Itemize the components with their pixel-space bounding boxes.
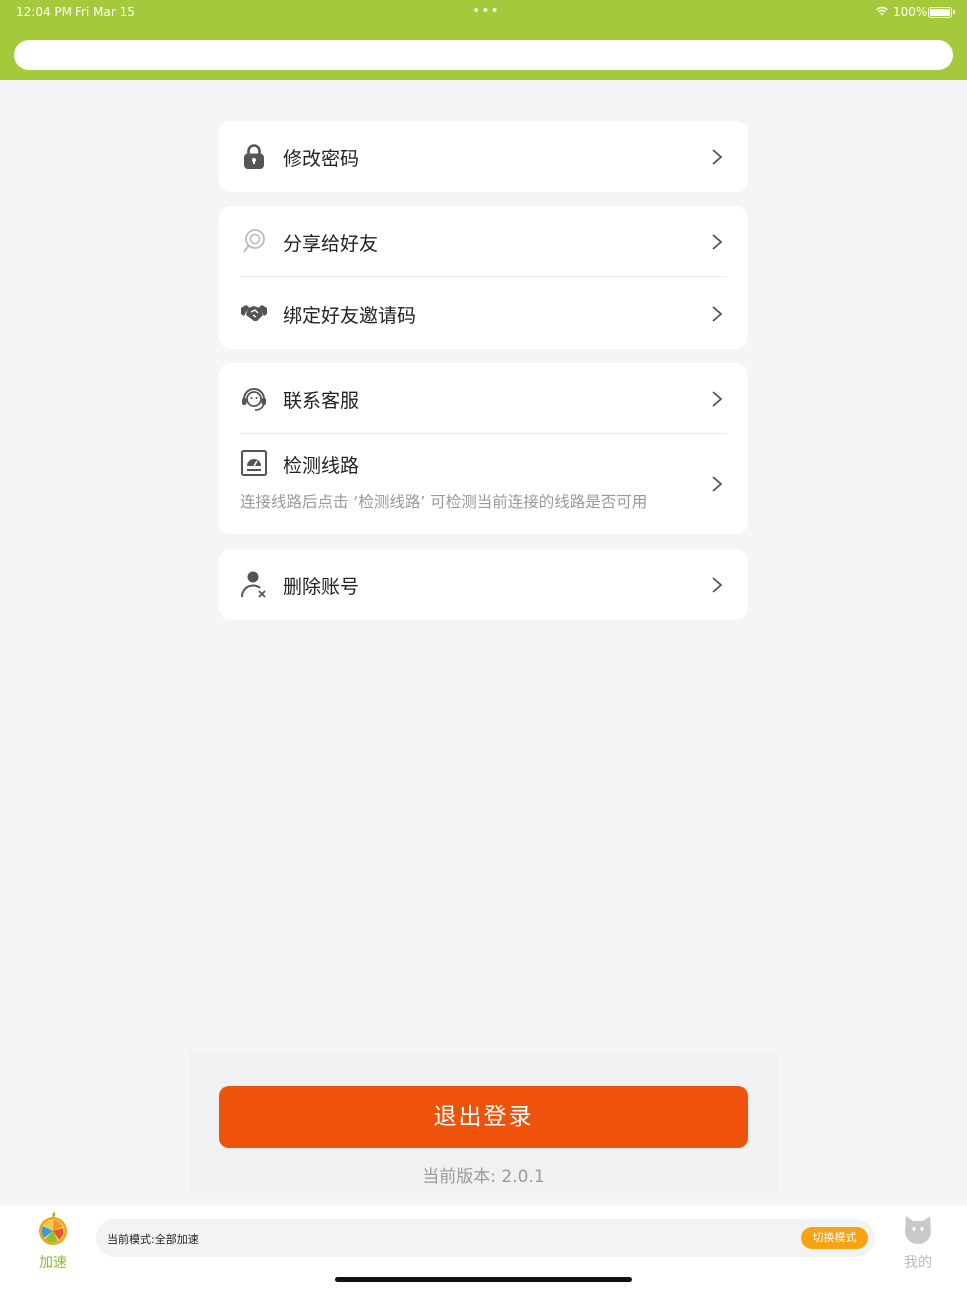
wifi-icon bbox=[876, 6, 888, 16]
menu-item-label: 绑定好友邀请码 bbox=[283, 305, 417, 327]
card-account: 修改密码 bbox=[219, 121, 748, 192]
headset-icon bbox=[242, 388, 266, 411]
menu-item-check-route[interactable]: 检测线路 连接线路后点击 ‘检测线路’ 可检测当前连接的线路是否可用 bbox=[219, 435, 748, 534]
status-bar: 12:04 PM Fri Mar 15 ••• 100% bbox=[0, 0, 967, 24]
tab-label: 我的 bbox=[904, 1255, 932, 1271]
menu-item-share-friends[interactable]: 分享给好友 bbox=[219, 206, 748, 277]
speedometer-icon bbox=[241, 450, 267, 476]
battery-percent: 100% bbox=[893, 5, 928, 19]
chevron-right-icon bbox=[712, 476, 723, 492]
divider bbox=[240, 433, 727, 434]
status-date: Fri Mar 15 bbox=[75, 5, 135, 19]
mode-bar: 当前模式:全部加速 切换模式 bbox=[96, 1219, 875, 1257]
menu-item-bind-invite[interactable]: 绑定好友邀请码 bbox=[219, 278, 748, 349]
share-icon bbox=[243, 229, 265, 253]
chevron-right-icon bbox=[712, 577, 723, 593]
tab-accelerate[interactable]: 加速 bbox=[23, 1210, 83, 1272]
card-danger: 删除账号 bbox=[219, 549, 748, 620]
menu-item-label: 修改密码 bbox=[283, 148, 360, 170]
handshake-icon bbox=[241, 305, 267, 321]
card-service: 联系客服 检测线路 连接线路后点击 ‘检测线路’ 可检测当前连接的线路是否可用 bbox=[219, 363, 748, 534]
menu-item-label: 联系客服 bbox=[283, 390, 360, 412]
orange-slice-icon bbox=[39, 1212, 67, 1245]
menu-item-delete-account[interactable]: 删除账号 bbox=[219, 549, 748, 620]
menu-item-contact-support[interactable]: 联系客服 bbox=[219, 363, 748, 434]
chevron-right-icon bbox=[712, 234, 723, 250]
app-header: 12:04 PM Fri Mar 15 ••• 100% bbox=[0, 0, 967, 80]
current-mode-text: 当前模式:全部加速 bbox=[107, 1233, 199, 1246]
app-version: 当前版本: 2.0.1 bbox=[422, 1167, 545, 1187]
battery-icon bbox=[928, 7, 955, 18]
switch-mode-button[interactable]: 切换模式 bbox=[801, 1227, 868, 1249]
menu-item-change-password[interactable]: 修改密码 bbox=[219, 121, 748, 192]
menu-item-label: 删除账号 bbox=[283, 576, 360, 598]
divider bbox=[240, 276, 727, 277]
tab-label: 加速 bbox=[39, 1255, 67, 1271]
chevron-right-icon bbox=[712, 149, 723, 165]
user-delete-icon bbox=[240, 571, 266, 598]
chevron-right-icon bbox=[712, 391, 723, 407]
cat-face-icon bbox=[905, 1216, 931, 1244]
tab-mine[interactable]: 我的 bbox=[888, 1210, 948, 1272]
chevron-right-icon bbox=[712, 306, 723, 322]
status-time: 12:04 PM bbox=[16, 5, 72, 19]
top-input-bar[interactable] bbox=[14, 40, 953, 70]
menu-item-label: 分享给好友 bbox=[283, 233, 379, 255]
logout-button[interactable]: 退出登录 bbox=[219, 1086, 748, 1148]
multitasking-dots[interactable]: ••• bbox=[472, 3, 500, 19]
home-indicator bbox=[335, 1277, 632, 1282]
card-social: 分享给好友 绑定好友邀请码 bbox=[219, 206, 748, 349]
lock-icon bbox=[244, 144, 264, 169]
menu-item-label: 检测线路 bbox=[283, 455, 360, 477]
menu-item-description: 连接线路后点击 ‘检测线路’ 可检测当前连接的线路是否可用 bbox=[240, 493, 648, 511]
